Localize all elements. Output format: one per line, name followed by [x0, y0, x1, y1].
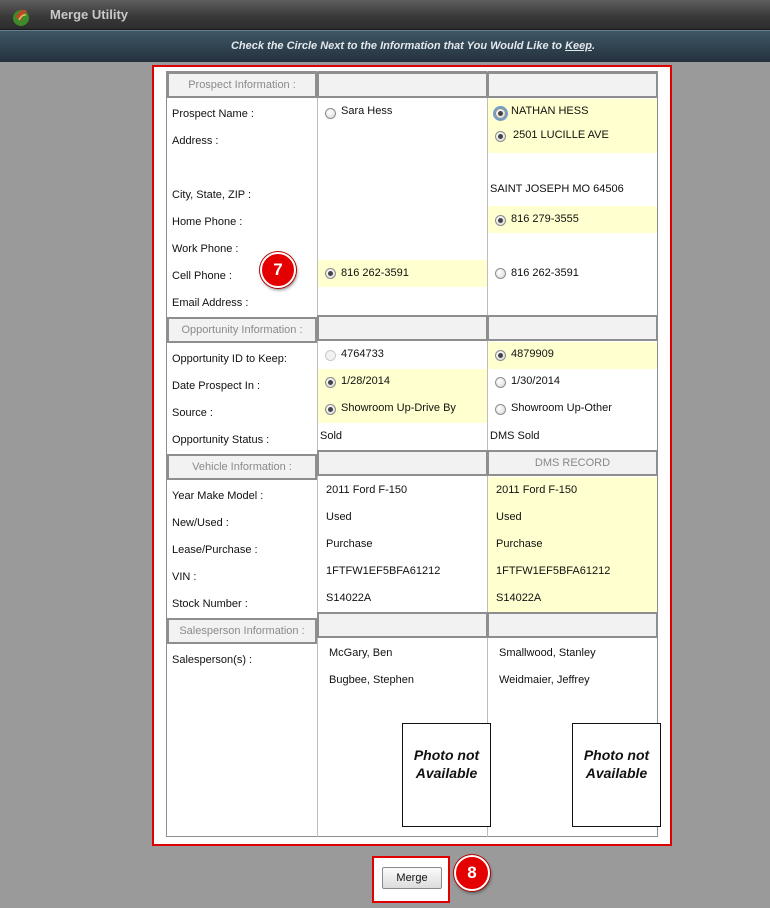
radio-right-date-in[interactable]: [495, 377, 506, 388]
label-lease-purchase: Lease/Purchase :: [172, 544, 258, 556]
right-opportunity-id: 4879909: [511, 348, 554, 360]
app-title: Merge Utility: [50, 7, 129, 22]
right-vin: 1FTFW1EF5BFA61212: [496, 565, 611, 577]
label-city-state-zip: City, State, ZIP :: [172, 189, 252, 201]
left-photo-placeholder: Photo not Available: [402, 723, 491, 827]
radio-right-home-phone[interactable]: [495, 215, 506, 226]
right-new-used: Used: [496, 511, 522, 523]
left-salesperson-1: McGary, Ben: [329, 647, 393, 659]
left-opportunity-status: Sold: [320, 430, 343, 442]
right-city-state-zip: SAINT JOSEPH MO 64506: [490, 183, 624, 195]
callout-badge-7: 7: [260, 252, 296, 288]
column-header-left-vehicle: [317, 450, 488, 476]
left-salesperson-2: Bugbee, Stephen: [329, 674, 415, 686]
merge-button-callout: Merge: [372, 856, 450, 903]
label-cell-phone: Cell Phone :: [172, 270, 232, 282]
right-source: Showroom Up-Other: [511, 402, 612, 414]
right-lease-purchase: Purchase: [496, 538, 543, 550]
radio-left-cell-phone[interactable]: [325, 268, 336, 279]
radio-left-source[interactable]: [325, 404, 336, 415]
radio-right-opportunity-id[interactable]: [495, 350, 506, 361]
label-vin: VIN :: [172, 571, 197, 583]
label-source: Source :: [172, 407, 213, 419]
column-header-left-salesperson: [317, 612, 488, 638]
merge-button[interactable]: Merge: [382, 867, 442, 889]
left-date-in: 1/28/2014: [341, 375, 390, 387]
app-logo-icon: [13, 9, 29, 26]
callout-badge-8: 8: [454, 855, 490, 891]
radio-right-source[interactable]: [495, 404, 506, 415]
label-prospect-name: Prospect Name :: [172, 108, 254, 120]
left-stock-number: S14022A: [326, 592, 372, 604]
label-new-used: New/Used :: [172, 517, 229, 529]
label-address: Address :: [172, 135, 219, 147]
title-bar: Merge Utility: [0, 0, 770, 30]
instruction-bar: Check the Circle Next to the Information…: [0, 30, 770, 62]
label-opportunity-id: Opportunity ID to Keep:: [172, 353, 287, 365]
label-year-make-model: Year Make Model :: [172, 490, 264, 502]
column-header-left-prospect: [317, 72, 488, 98]
radio-right-address[interactable]: [495, 131, 506, 142]
instruction-keyword: Keep: [565, 40, 592, 52]
instruction-end: .: [591, 40, 596, 52]
column-header-right-opportunity: [487, 315, 658, 341]
right-prospect-name: NATHAN HESS: [511, 105, 589, 117]
radio-right-prospect-name[interactable]: [493, 106, 508, 121]
column-header-left-opportunity: [317, 315, 488, 341]
left-prospect-name: Sara Hess: [341, 105, 393, 117]
section-header-salesperson: Salesperson Information :: [167, 618, 317, 644]
left-lease-purchase: Purchase: [326, 538, 373, 550]
right-address: 2501 LUCILLE AVE: [513, 129, 609, 141]
label-home-phone: Home Phone :: [172, 216, 243, 228]
label-email: Email Address :: [172, 297, 249, 309]
radio-left-date-in[interactable]: [325, 377, 336, 388]
left-new-used: Used: [326, 511, 352, 523]
section-header-prospect: Prospect Information :: [167, 72, 317, 98]
label-opportunity-status: Opportunity Status :: [172, 434, 270, 446]
section-header-opportunity: Opportunity Information :: [167, 317, 317, 343]
right-stock-number: S14022A: [496, 592, 542, 604]
label-stock-number: Stock Number :: [172, 598, 248, 610]
left-source: Showroom Up-Drive By: [341, 402, 456, 414]
label-date-prospect-in: Date Prospect In :: [172, 380, 261, 392]
right-photo-placeholder: Photo not Available: [572, 723, 661, 827]
right-year-make-model: 2011 Ford F-150: [496, 484, 578, 496]
column-header-right-prospect: [487, 72, 658, 98]
column-header-right-vehicle: DMS RECORD: [487, 450, 658, 476]
left-cell-phone: 816 262-3591: [341, 267, 409, 279]
left-year-make-model: 2011 Ford F-150: [326, 484, 408, 496]
column-header-right-salesperson: [487, 612, 658, 638]
instruction-text: Check the Circle Next to the Information…: [0, 40, 770, 52]
label-salespersons: Salesperson(s) :: [172, 654, 253, 666]
left-vin: 1FTFW1EF5BFA61212: [326, 565, 441, 577]
right-cell-phone: 816 262-3591: [511, 267, 579, 279]
right-opportunity-status: DMS Sold: [490, 430, 540, 442]
instruction-main: Check the Circle Next to the Information…: [230, 40, 566, 52]
radio-left-opportunity-id: [325, 350, 336, 361]
radio-right-cell-phone[interactable]: [495, 268, 506, 279]
radio-left-prospect-name[interactable]: [325, 108, 336, 119]
right-salesperson-2: Weidmaier, Jeffrey: [499, 674, 590, 686]
right-date-in: 1/30/2014: [511, 375, 560, 387]
left-opportunity-id: 4764733: [341, 348, 384, 360]
label-work-phone: Work Phone :: [172, 243, 239, 255]
right-home-phone: 816 279-3555: [511, 213, 579, 225]
right-salesperson-1: Smallwood, Stanley: [499, 647, 596, 659]
section-header-vehicle: Vehicle Information :: [167, 454, 317, 480]
